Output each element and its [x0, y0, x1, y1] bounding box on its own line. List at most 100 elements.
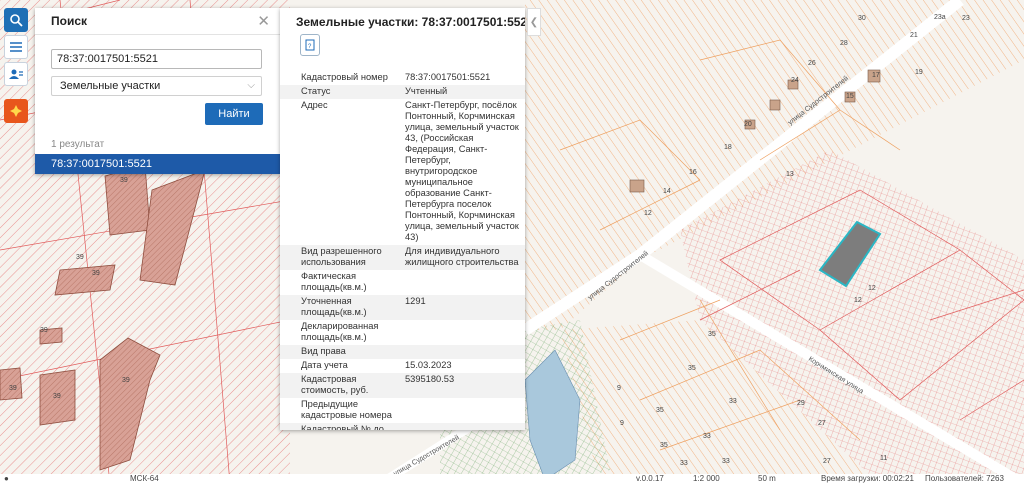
house-number-label: 39 [53, 393, 61, 400]
attribute-key: Предыдущие кадастровые номера [301, 399, 392, 420]
house-number-label: 12 [644, 210, 652, 217]
attribute-value [405, 399, 525, 421]
search-panel-title: Поиск [51, 14, 88, 28]
house-number-label: 39 [92, 270, 100, 277]
attribute-value [405, 321, 525, 343]
attribute-key: Фактическая площадь(кв.м.) [301, 271, 367, 292]
house-number-label: 21 [910, 32, 918, 39]
parcel-info-panel: Земельные участки: 78:37:0017501:5521 ✕ … [280, 8, 525, 430]
house-number-label: 39 [122, 377, 130, 384]
chevron-down-icon: ⌵ [247, 80, 255, 91]
house-number-label: 27 [818, 420, 826, 427]
attribute-value: 15.03.2023 [405, 360, 452, 370]
users-icon [9, 69, 23, 79]
house-number-label: 17 [872, 72, 880, 79]
status-bar: ● МСК-64 v.0.0.17 1:2 000 50 m Время заг… [0, 474, 1024, 484]
house-number-label: 33 [722, 458, 730, 465]
house-number-label: 16 [689, 169, 697, 176]
load-time-label: Время загрузки: 00:02:21 [821, 474, 914, 483]
house-number-label: 30 [858, 15, 866, 22]
search-type-value: Земельные участки [60, 80, 161, 92]
left-toolbar [4, 8, 28, 123]
attribute-key: Статус [301, 86, 331, 96]
result-item[interactable]: 78:37:0017501:5521 [35, 154, 280, 174]
attribute-value [405, 424, 525, 430]
attribute-row: Кадастровая стоимость, руб. 5395180.53 [280, 373, 525, 398]
attribute-key: Дата учета [301, 360, 348, 370]
house-number-label: 35 [660, 442, 668, 449]
attribute-value: 78:37:0017501:5521 [405, 72, 491, 82]
layers-button[interactable] [4, 35, 28, 59]
attribute-value [405, 346, 525, 357]
house-number-label: 39 [40, 327, 48, 334]
users-count-label: Пользователей: 7263 [925, 474, 1004, 483]
attribute-key: Уточненная площадь(кв.м.) [301, 296, 367, 317]
chevron-left-icon: ❮ [529, 16, 539, 28]
scalebar-label: 50 m [758, 474, 776, 483]
search-icon [10, 14, 23, 27]
search-panel: Поиск ✕ Земельные участки ⌵ Найти 1 резу… [35, 8, 280, 174]
house-number-label: 35 [656, 407, 664, 414]
attribute-key: Вид разрешенного использования [301, 246, 382, 267]
search-tool-button[interactable] [4, 8, 28, 32]
collapse-panel-button[interactable]: ❮ [527, 8, 541, 36]
house-number-label: 23 [962, 15, 970, 22]
attribute-key: Кадастровый № до 27.08.2012 [301, 424, 384, 430]
attribute-value [405, 271, 525, 293]
attribute-value: Санкт-Петербург, посёлок Понтонный, Корч… [405, 100, 519, 242]
projection-label: МСК-64 [130, 474, 159, 483]
house-number-label: 20 [744, 121, 752, 128]
version-label: v.0.0.17 [636, 474, 664, 483]
info-panel-title: Земельные участки: 78:37:0017501:5521 [296, 15, 525, 29]
svg-text:?: ? [308, 44, 312, 50]
attribute-row: Дата учета 15.03.2023 [280, 359, 525, 373]
find-button[interactable]: Найти [205, 103, 263, 125]
attribute-value: Учтенный [405, 86, 448, 96]
attribute-row: Декларированная площадь(кв.м.) [280, 320, 525, 345]
house-number-label: 19 [915, 69, 923, 76]
house-number-label: 12 [854, 297, 862, 304]
attribute-key: Кадастровый номер [301, 72, 388, 82]
house-number-label: 33 [703, 433, 711, 440]
attribute-row: Статус Учтенный [280, 85, 525, 99]
house-number-label: 35 [708, 331, 716, 338]
attribute-row: Предыдущие кадастровые номера [280, 398, 525, 423]
house-number-label: 14 [663, 188, 671, 195]
attributes-table: Кадастровый номер 78:37:0017501:5521 Стату… [280, 71, 525, 430]
app-icon [10, 105, 22, 117]
house-number-label: 29 [797, 400, 805, 407]
results-count: 1 результат [51, 139, 105, 150]
users-button[interactable] [4, 62, 28, 86]
attribute-key: Кадастровая стоимость, руб. [301, 374, 369, 395]
house-number-label: 35 [688, 365, 696, 372]
house-number-label: 13 [786, 171, 794, 178]
info-panel-header: Земельные участки: 78:37:0017501:5521 ✕ [280, 8, 525, 36]
search-panel-header: Поиск ✕ [35, 8, 280, 35]
attribute-key: Декларированная площадь(кв.м.) [301, 321, 379, 342]
search-type-select[interactable]: Земельные участки ⌵ [51, 76, 262, 96]
cadastral-number-input[interactable] [51, 49, 262, 69]
attribute-key: Адрес [301, 100, 328, 110]
house-number-label: 15 [846, 93, 854, 100]
close-icon[interactable]: ✕ [257, 14, 270, 29]
document-icon[interactable]: ? [300, 34, 320, 56]
attribute-row: Вид права [280, 345, 525, 359]
house-number-label: 33 [680, 460, 688, 467]
app-button[interactable] [4, 99, 28, 123]
house-number-label: 39 [120, 177, 128, 184]
attribute-value: 5395180.53 [405, 374, 455, 384]
house-number-label: 27 [823, 458, 831, 465]
house-number-label: 26 [808, 60, 816, 67]
house-number-label: 39 [76, 254, 84, 261]
attribute-value: 1291 [405, 296, 426, 306]
attribute-row: Кадастровый № до 27.08.2012 [280, 423, 525, 430]
attribute-row: Адрес Санкт-Петербург, посёлок Понтонный,… [280, 99, 525, 245]
house-number-label: 12 [868, 285, 876, 292]
scale-label: 1:2 000 [693, 474, 720, 483]
house-number-label: 9 [620, 420, 624, 427]
location-pin-icon: ● [4, 474, 9, 483]
house-number-label: 33 [729, 398, 737, 405]
attribute-row: Фактическая площадь(кв.м.) [280, 270, 525, 295]
house-number-label: 28 [840, 40, 848, 47]
house-number-label: 39 [9, 385, 17, 392]
